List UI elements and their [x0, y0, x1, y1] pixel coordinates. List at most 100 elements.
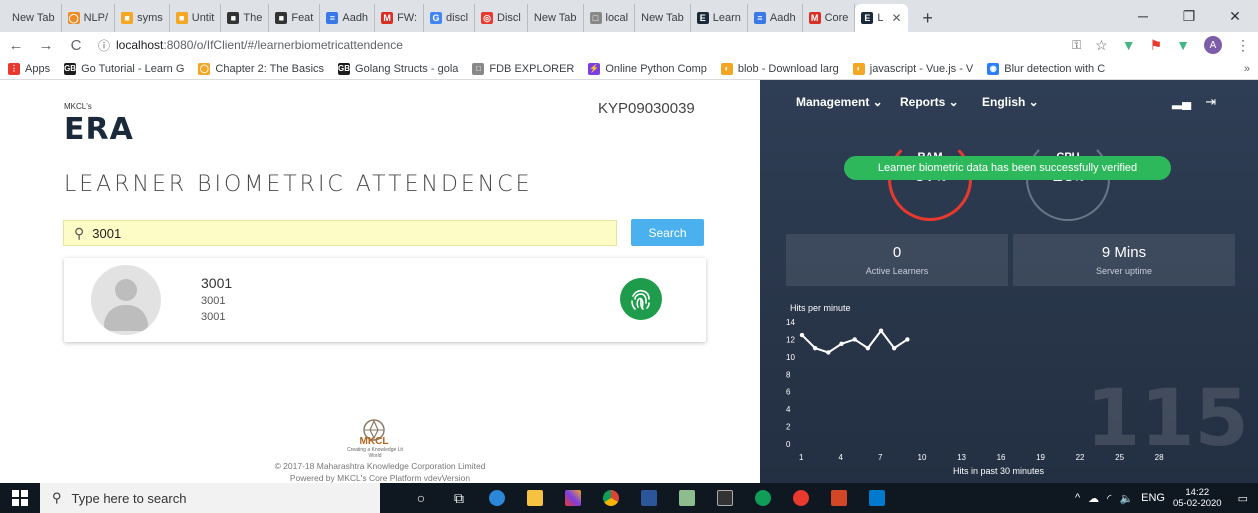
tab-favicon-icon: ≡ — [753, 12, 766, 24]
task-view-icon[interactable]: ⧉ — [440, 483, 478, 513]
bookmarks-more-icon[interactable]: » — [1244, 63, 1250, 75]
tab-favicon-icon: ■ — [227, 12, 240, 24]
clock[interactable]: 14:22 05-02-2020 — [1173, 487, 1222, 509]
bookmark-label: Apps — [25, 62, 51, 75]
app-icon[interactable] — [744, 483, 782, 513]
browser-tab[interactable]: ≡ Aadh — [320, 4, 376, 32]
vue-extension-icon[interactable]: ▼ — [1122, 37, 1136, 53]
bookmark-item[interactable]: GB Go Tutorial - Learn G — [64, 62, 184, 75]
tab-favicon-icon: ◎ — [481, 12, 494, 24]
info-icon[interactable]: ⓘ — [98, 37, 110, 54]
extension-icon[interactable]: ⚑ — [1150, 37, 1163, 54]
taskbar-apps: ○ ⧉ — [402, 483, 896, 513]
bookmark-item[interactable]: ◐ blob - Download larg — [720, 62, 839, 75]
browser-tab[interactable]: ■ Feat — [269, 4, 321, 32]
browser-tab[interactable]: □ local — [584, 4, 636, 32]
hits-line-chart: 024681012141 4 7 10 13 16 19 22 25 28Hits in past… — [786, 318, 1164, 476]
tab-label: New Tab — [533, 12, 577, 24]
bookmark-item[interactable]: GB Golang Structs - gola — [338, 62, 458, 75]
start-button[interactable] — [0, 483, 40, 513]
tab-favicon-icon: G — [430, 12, 443, 24]
center-code: KYP09030039 — [598, 100, 695, 117]
paint-icon[interactable] — [554, 483, 592, 513]
cortana-icon[interactable]: ○ — [402, 483, 440, 513]
browser-tab[interactable]: ■ The — [221, 4, 270, 32]
clock-time: 14:22 — [1185, 487, 1210, 498]
logout-icon[interactable]: ⇥ — [1205, 94, 1216, 110]
browser-tab[interactable]: M FW: — [375, 4, 425, 32]
bookmark-item[interactable]: ◐ javascript - Vue.js - V — [852, 62, 974, 75]
maximize-button[interactable]: ❐ — [1166, 0, 1212, 32]
onedrive-icon[interactable]: ☁ — [1088, 492, 1099, 505]
browser-tab[interactable]: ◯ NLP/ — [62, 4, 116, 32]
bookmark-icon: □ — [472, 62, 485, 75]
word-icon[interactable] — [630, 483, 668, 513]
tab-label: syms — [137, 12, 163, 24]
bookmark-item[interactable]: ◉ Blur detection with C — [987, 62, 1105, 75]
browser-tab[interactable]: New Tab — [635, 4, 691, 32]
reload-icon[interactable]: C — [68, 37, 84, 54]
tray-expand-icon[interactable]: ^ — [1075, 492, 1080, 504]
close-window-button[interactable]: ✕ — [1212, 0, 1258, 32]
network-icon[interactable]: ◜ — [1107, 492, 1111, 505]
snip-icon[interactable] — [782, 483, 820, 513]
address-bar[interactable]: ⓘ localhost:8080/o/IfClient/#/learnerbio… — [98, 34, 1058, 56]
notifications-icon[interactable]: ▭ — [1238, 492, 1248, 505]
learner-result-card[interactable]: 3001 3001 3001 — [64, 258, 706, 342]
menu-icon[interactable]: ⋮ — [1236, 37, 1250, 54]
chart-title: Hits per minute — [790, 303, 851, 313]
browser-tab[interactable]: New Tab — [6, 4, 62, 32]
tab-favicon-icon: ■ — [121, 12, 134, 24]
tab-label: FW: — [397, 12, 418, 24]
powerpoint-icon[interactable] — [820, 483, 858, 513]
copyright-text: © 2017-18 Maharashtra Knowledge Corporat… — [274, 461, 486, 471]
browser-tab[interactable]: Gdiscl — [424, 4, 476, 32]
fingerprint-button[interactable] — [620, 278, 662, 320]
file-explorer-icon[interactable] — [516, 483, 554, 513]
tab-label: discl — [446, 12, 469, 24]
language-menu[interactable]: English ⌄ — [982, 95, 1039, 109]
browser-tab[interactable]: ≡ Aadh — [748, 4, 803, 32]
browser-tab[interactable]: ◎ Discl — [475, 4, 528, 32]
bookmark-item[interactable]: □ FDB EXPLORER — [472, 62, 574, 75]
forward-icon[interactable]: → — [38, 37, 54, 54]
reports-menu[interactable]: Reports ⌄ — [900, 95, 959, 109]
search-field[interactable]: ⚲ — [63, 220, 617, 246]
mkcl-tagline: Creating a Knowledge Lit World — [347, 447, 403, 459]
bookmark-item[interactable]: ◯ Chapter 2: The Basics — [198, 62, 324, 75]
star-icon[interactable]: ☆ — [1095, 37, 1108, 54]
taskbar-search[interactable]: ⚲ Type here to search — [40, 483, 380, 513]
minimize-button[interactable]: ─ — [1120, 0, 1166, 32]
browser-tab[interactable]: E Learn — [691, 4, 748, 32]
browser-tab-bar: New Tab ◯ NLP/■ syms ■ Untit ■ The ■ Feat ≡ Aadh M FW… — [0, 0, 1258, 32]
language-indicator[interactable]: ENG — [1141, 492, 1165, 504]
back-icon[interactable]: ← — [8, 37, 24, 54]
chrome-icon[interactable] — [592, 483, 630, 513]
search-button[interactable]: Search — [631, 219, 704, 246]
search-input[interactable] — [92, 225, 573, 241]
tab-label: Core — [824, 12, 849, 24]
edge-icon[interactable] — [478, 483, 516, 513]
management-menu[interactable]: Management ⌄ — [796, 95, 883, 109]
browser-tab[interactable]: ■ Untit — [170, 4, 222, 32]
browser-tab[interactable]: New Tab — [528, 4, 584, 32]
signal-icon[interactable]: ▂▄ — [1172, 94, 1191, 110]
terminal-icon[interactable] — [706, 483, 744, 513]
learner-detail-2: 3001 — [201, 311, 226, 323]
bookmark-item[interactable]: ⋮ Apps — [8, 62, 51, 75]
new-tab-button[interactable]: + — [914, 4, 942, 32]
active-tab[interactable]: E L ✕ — [855, 4, 908, 32]
close-tab-icon[interactable]: ✕ — [892, 11, 902, 25]
key-icon[interactable]: ⚿ — [1072, 38, 1081, 53]
profile-avatar[interactable]: A — [1204, 36, 1222, 54]
vscode-icon[interactable] — [858, 483, 896, 513]
nav-icons: ▂▄ ⇥ — [1172, 94, 1216, 110]
tab-label: New Tab — [12, 12, 55, 24]
vue-devtools-icon[interactable]: ▼ — [1176, 37, 1190, 53]
browser-tab[interactable]: ■ syms — [115, 4, 170, 32]
bookmark-label: javascript - Vue.js - V — [869, 62, 974, 75]
volume-icon[interactable]: 🔈 — [1119, 492, 1133, 505]
browser-tab[interactable]: M Core — [803, 4, 856, 32]
bookmark-item[interactable]: ⚡ Online Python Comp — [588, 62, 707, 75]
photos-icon[interactable] — [668, 483, 706, 513]
